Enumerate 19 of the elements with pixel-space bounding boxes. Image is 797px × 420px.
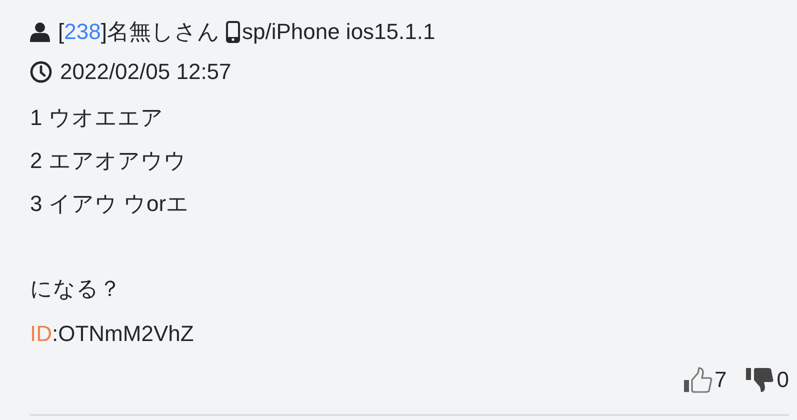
bracket-text: ] — [100, 19, 107, 45]
author-name: 名無しさん — [106, 18, 220, 46]
phone-icon — [226, 21, 240, 43]
device-text: sp/iPhone ios15.1.1 — [242, 19, 436, 45]
vote-count: 7 — [714, 367, 727, 393]
body-line: 3 イアウ ウorエ — [30, 190, 190, 218]
id-value: :OTNmM2VhZ — [52, 321, 194, 346]
post-number-link[interactable]: 238 — [64, 19, 101, 45]
thumbs-down-icon[interactable] — [744, 367, 775, 393]
post-date: 2022/02/05 12:57 — [60, 59, 232, 85]
clock-icon — [30, 61, 52, 83]
body-line: 2 エアオアウウ — [30, 147, 188, 175]
id-label: ID — [30, 321, 52, 346]
user-icon — [30, 22, 50, 42]
vote-count: 0 — [776, 367, 789, 393]
bracket-text: [ — [58, 19, 64, 45]
body-line: になる？ — [30, 275, 122, 303]
body-line: 1 ウオエエア — [30, 104, 164, 132]
thumbs-up-icon[interactable] — [682, 367, 712, 393]
